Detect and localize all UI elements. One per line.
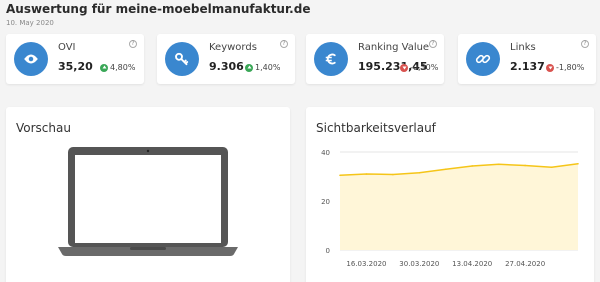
chart-point [392,173,394,176]
laptop-preview-image [58,147,238,256]
arrow-up-icon [245,63,253,72]
page-date: 10. May 2020 [6,19,54,27]
kpi-change-value: 1,40% [255,63,281,72]
kpi-label: OVI [58,42,76,53]
chart-area [340,163,578,250]
chart-point [497,163,500,166]
chart-point [418,172,421,174]
kpi-value: 9.306 [209,60,244,73]
kpi-label: Ranking Value [358,42,430,53]
chart-y-tick-label: 0 [326,247,330,255]
chart-point [365,173,368,175]
preview-panel: Vorschau [6,107,290,282]
arrow-down-icon [400,63,408,72]
kpi-card-keywords: Keywords 9.306 1,40% ? [157,34,295,84]
kpi-value: 35,20 [58,60,93,73]
help-icon[interactable]: ? [581,40,589,48]
chart-x-tick-label: 30.03.2020 [399,260,439,268]
eye-icon [14,42,48,76]
kpi-change: -0,30% [400,63,438,72]
chart-point [339,174,341,177]
help-icon[interactable]: ? [129,40,137,48]
kpi-label: Keywords [209,42,257,53]
chart-point [550,166,553,168]
help-icon[interactable]: ? [429,40,437,48]
kpi-change: 1,40% [245,63,280,72]
kpi-change: -1,80% [546,63,584,72]
kpi-card-ranking-value: Ranking Value 195.231,45 -0,30% ? [306,34,444,84]
arrow-up-icon [100,63,108,72]
preview-panel-title: Vorschau [16,121,71,135]
chart-point [444,168,447,170]
kpi-change-value: -0,30% [410,63,439,72]
kpi-label: Links [510,42,536,53]
kpi-change-value: 4,80% [110,63,136,72]
chart-point [577,162,579,165]
link-icon [466,42,500,76]
kpi-change-value: -1,80% [556,63,585,72]
help-icon[interactable]: ? [280,40,288,48]
kpi-card-links: Links 2.137 -1,80% ? [458,34,596,84]
kpi-change: 4,80% [100,63,135,72]
chart-point [524,164,526,167]
visibility-panel: Sichtbarkeitsverlauf 0 20 40 16.03.2020 30.0… [306,107,594,282]
page-title: Auswertung für meine-moebelmanufaktur.de [6,2,311,16]
chart-y-tick-label: 20 [321,198,330,206]
chart-x-tick-label: 16.03.2020 [346,260,386,268]
chart-x-tick-label: 27.04.2020 [505,260,545,268]
arrow-down-icon [546,63,554,72]
visibility-chart: 0 20 40 16.03.2020 30.03.2020 13.04.2020 27.04… [321,149,579,268]
chart-point [471,165,474,167]
chart-x-tick-label: 13.04.2020 [452,260,492,268]
kpi-value: 2.137 [510,60,545,73]
euro-icon [314,42,348,76]
kpi-card-ovi: OVI 35,20 4,80% ? [6,34,144,84]
chart-y-tick-label: 40 [321,149,330,157]
key-icon [165,42,199,76]
